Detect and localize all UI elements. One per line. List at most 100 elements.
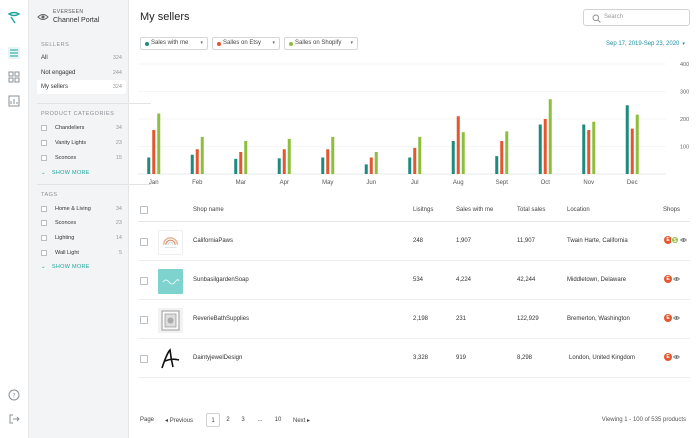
logout-icon[interactable]	[7, 412, 21, 426]
sidebar-item-label: All	[41, 55, 48, 61]
category-label: Vanity Lights	[55, 140, 87, 146]
checkbox[interactable]	[41, 125, 47, 131]
header-divider	[138, 221, 690, 222]
show-more-categories-link[interactable]: ⌄ SHOW MORE	[41, 170, 90, 176]
category-label: Chandeliers	[55, 125, 85, 131]
bar	[500, 141, 504, 174]
sales-with-me-value: 231	[456, 316, 467, 322]
bar	[418, 136, 422, 174]
column-header-shops: Shops	[663, 207, 681, 213]
logo-icon[interactable]	[7, 10, 21, 24]
bar	[321, 157, 325, 174]
filter-sales-on-shopify[interactable]: Salles on Shopify ▾	[284, 37, 358, 50]
row-checkbox[interactable]	[140, 238, 148, 246]
list-icon[interactable]	[7, 46, 21, 60]
bar	[157, 113, 161, 174]
etsy-badge-icon[interactable]: E	[664, 275, 672, 283]
next-page-button[interactable]: Next ▸	[293, 417, 310, 424]
shop-name[interactable]: CaliforniaPaws	[193, 238, 233, 244]
shop-thumbnail	[158, 230, 183, 255]
total-sales-value: 42,244	[517, 277, 536, 283]
chevron-down-icon: ▾	[272, 40, 275, 46]
bar	[152, 130, 156, 174]
checkbox[interactable]	[41, 155, 47, 161]
etsy-badge-icon[interactable]: E	[664, 353, 672, 361]
search-input[interactable]: Search	[583, 9, 690, 26]
total-sales-value: 8,298	[517, 355, 533, 361]
shopify-badge-icon[interactable]: S	[671, 236, 679, 244]
page-button[interactable]: 3	[236, 413, 250, 427]
shop-name[interactable]: SunbasilgardenSoap	[193, 277, 249, 283]
bar	[369, 157, 373, 174]
shop-name[interactable]: DaintyjewelDesign	[193, 355, 242, 361]
etsy-badge-icon[interactable]: E	[664, 314, 672, 322]
bar	[630, 128, 634, 174]
sidebar: EVERSEEN Channel Portal SELLERS All 324 …	[29, 0, 151, 438]
category-count: 15	[115, 155, 122, 161]
row-checkbox[interactable]	[140, 277, 148, 285]
checkbox[interactable]	[41, 206, 47, 212]
checkbox[interactable]	[41, 250, 47, 256]
page-label: Page	[140, 417, 155, 423]
row-checkbox[interactable]	[140, 355, 148, 363]
bar	[326, 149, 330, 174]
series-color-dot	[217, 42, 221, 46]
bar	[538, 124, 542, 174]
date-range-picker[interactable]: Sep 17, 2019-Sep 23, 2020 ▾	[606, 41, 685, 47]
main-content: My sellers Search Sales with me ▾ Salles…	[130, 0, 700, 438]
column-header-shop-name[interactable]: Shop name	[193, 207, 224, 213]
row-checkbox[interactable]	[140, 316, 148, 324]
show-more-tags-link[interactable]: ⌄ SHOW MORE	[41, 264, 90, 270]
table-row[interactable]: SunbasilgardenSoap 534 4,224 42,244 Midd…	[138, 262, 690, 300]
pagination-info: Viewing 1 - 100 of 535 products	[601, 417, 686, 423]
filter-label: Salles on Etsy	[223, 40, 262, 46]
series-color-dot	[145, 42, 149, 46]
brand: EVERSEEN Channel Portal	[37, 9, 127, 29]
y-tick-label: 300	[680, 90, 689, 96]
sales-with-me-value: 4,224	[456, 277, 472, 283]
page-button[interactable]: 2	[221, 413, 235, 427]
checkbox[interactable]	[41, 235, 47, 241]
bar	[282, 149, 286, 174]
tag-label: Sconces	[55, 220, 77, 226]
bar	[239, 152, 243, 174]
x-tick-label: Oct	[541, 180, 551, 186]
y-tick-label: 400	[680, 62, 689, 68]
table-row[interactable]: ReverieBathSupplies 2,198 231 122,929 Br…	[138, 301, 690, 339]
page-button[interactable]: 10	[271, 413, 285, 427]
grid-icon[interactable]	[7, 70, 21, 84]
column-header-location[interactable]: Location	[567, 207, 590, 213]
filter-sales-with-me[interactable]: Sales with me ▾	[140, 37, 208, 50]
checkbox[interactable]	[41, 140, 47, 146]
x-tick-label: Jul	[411, 180, 419, 186]
sales-with-me-value: 919	[456, 355, 467, 361]
view-icon[interactable]	[673, 354, 680, 360]
view-icon[interactable]	[680, 237, 687, 243]
column-header-sales-with-me[interactable]: Sales with me	[456, 207, 493, 213]
select-all-checkbox[interactable]	[140, 206, 148, 214]
filter-sales-on-etsy[interactable]: Salles on Etsy ▾	[212, 37, 280, 50]
view-icon[interactable]	[673, 315, 680, 321]
checkbox[interactable]	[41, 220, 47, 226]
column-header-total-sales[interactable]: Total sales	[517, 207, 545, 213]
shop-name[interactable]: ReverieBathSupplies	[193, 316, 249, 322]
sidebar-item-my-sellers[interactable]: My sellers 324	[37, 80, 126, 94]
column-header-listings[interactable]: Lisitngs	[413, 207, 433, 213]
x-tick-label: Jan	[149, 180, 159, 186]
filter-label: Salles on Shopify	[295, 40, 342, 46]
previous-page-button[interactable]: ◂ Previous	[165, 417, 193, 424]
shop-thumbnail	[158, 308, 183, 333]
tag-count: 34	[115, 206, 122, 212]
location-value: Middletown, Delaware	[567, 277, 627, 283]
help-icon[interactable]: ?	[7, 388, 21, 402]
category-label: Sconces	[55, 155, 77, 161]
sidebar-item-count: 324	[112, 55, 122, 61]
bar	[147, 157, 151, 174]
analytics-icon[interactable]	[7, 94, 21, 108]
bar	[451, 141, 455, 174]
view-icon[interactable]	[673, 276, 680, 282]
table-row[interactable]: DaintyjewelDesign 3,328 919 8,298 London…	[138, 340, 690, 378]
table-row[interactable]: CaliforniaPaws 248 1,907 11,907 Twain Ha…	[138, 223, 690, 261]
page-button[interactable]: 1	[206, 413, 220, 427]
x-tick-label: Sept	[496, 180, 509, 186]
